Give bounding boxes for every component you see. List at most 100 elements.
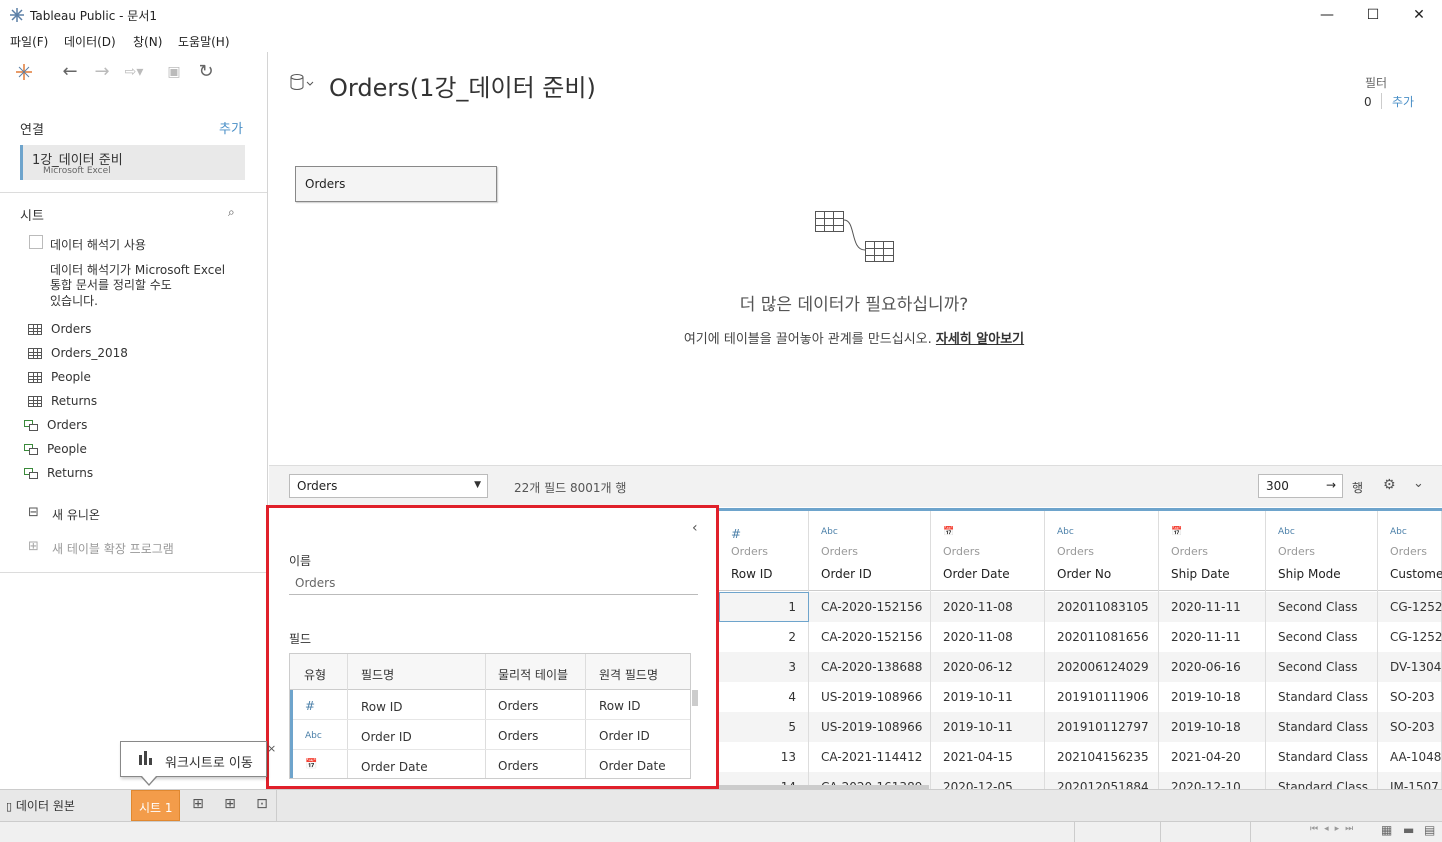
menu-file[interactable]: 파일(F): [10, 33, 48, 50]
grid-cell[interactable]: Standard Class: [1278, 720, 1368, 734]
grid-cell[interactable]: CA-2020-152156: [821, 600, 922, 614]
grid-column[interactable]: Abc Orders Custome CG-1252 CG-1252 DV-1304 SO-…: [1378, 511, 1442, 789]
grid-column[interactable]: 📅 Orders Order Date 2020-11-08 2020-11-08 202…: [931, 511, 1045, 789]
table-select[interactable]: Orders ▼: [289, 474, 488, 498]
grid-cell[interactable]: Standard Class: [1278, 780, 1368, 789]
grid-column-header[interactable]: Abc Orders Custome: [1378, 511, 1442, 591]
grid-cell[interactable]: 2020-11-08: [943, 600, 1013, 614]
grid-column-header[interactable]: Abc Orders Ship Mode: [1266, 511, 1377, 591]
grid-cell[interactable]: Standard Class: [1278, 690, 1368, 704]
string-type-icon[interactable]: Abc: [1057, 527, 1074, 537]
grid-cell[interactable]: SO-203: [1390, 690, 1435, 704]
grid-cell[interactable]: 3: [788, 660, 796, 674]
datasource-title[interactable]: Orders(1강_데이터 준비): [329, 68, 596, 103]
grid-cell[interactable]: 2020-11-08: [943, 630, 1013, 644]
grid-cell[interactable]: 4: [788, 690, 796, 704]
new-dashboard-icon[interactable]: ⊞: [220, 796, 240, 814]
grid-cell[interactable]: 2019-10-18: [1171, 690, 1241, 704]
column-field-name[interactable]: Ship Date: [1171, 567, 1230, 581]
refresh-icon[interactable]: ↻: [196, 62, 216, 82]
redo-dropdown-icon[interactable]: ⇨▾: [124, 62, 144, 82]
grid-cell[interactable]: Second Class: [1278, 660, 1358, 674]
grid-cell[interactable]: 2020-12-10: [1171, 780, 1241, 789]
rows-input[interactable]: 300 →: [1258, 474, 1343, 498]
datasource-icon[interactable]: [290, 74, 314, 92]
grid-cell[interactable]: CA-2020-152156: [821, 630, 922, 644]
grid-column-header[interactable]: Abc Orders Order ID: [809, 511, 930, 591]
grid-cell[interactable]: Second Class: [1278, 600, 1358, 614]
grid-cell[interactable]: SO-203: [1390, 720, 1435, 734]
new-union-link[interactable]: 새 유니온: [52, 506, 100, 523]
grid-cell[interactable]: 2021-04-20: [1171, 750, 1241, 764]
date-type-icon[interactable]: 📅: [943, 527, 954, 537]
learn-more-link[interactable]: 자세히 알아보기: [936, 332, 1024, 347]
grid-cell[interactable]: 2019-10-11: [943, 720, 1013, 734]
menu-data[interactable]: 데이터(D): [64, 33, 116, 50]
grid-cell[interactable]: Standard Class: [1278, 750, 1368, 764]
forward-icon[interactable]: →: [92, 62, 112, 82]
grid-column[interactable]: Abc Orders Order No 202011083105 20201108165…: [1045, 511, 1159, 789]
grid-cell[interactable]: 2021-04-15: [943, 750, 1013, 764]
grid-cell[interactable]: 2020-06-16: [1171, 660, 1241, 674]
new-table-extension-link[interactable]: 새 테이블 확장 프로그램: [52, 540, 174, 557]
new-worksheet-icon[interactable]: ⊞: [188, 796, 208, 814]
gear-icon[interactable]: ⚙: [1383, 477, 1396, 493]
grid-column-header[interactable]: Abc Orders Order No: [1045, 511, 1158, 591]
grid-column[interactable]: Abc Orders Order ID CA-2020-152156 CA-2020-1…: [809, 511, 931, 789]
grid-cell[interactable]: 2020-12-05: [943, 780, 1013, 789]
datasource-tab[interactable]: ▯ 데이터 원본: [6, 797, 75, 814]
grid-column-header[interactable]: # Orders Row ID: [719, 511, 808, 591]
grid-cell[interactable]: AA-1048: [1390, 750, 1441, 764]
add-connection-link[interactable]: 추가: [219, 118, 243, 137]
new-story-icon[interactable]: ⊡: [252, 796, 272, 814]
grid-column-header[interactable]: 📅 Orders Order Date: [931, 511, 1044, 591]
grid-cell[interactable]: 202011083105: [1057, 600, 1149, 614]
column-field-name[interactable]: Order No: [1057, 567, 1111, 581]
grid-column[interactable]: #OrdersRow ID123451314: [719, 511, 809, 789]
add-filter-link[interactable]: 추가: [1392, 93, 1414, 110]
grid-cell[interactable]: CA-2021-114412: [821, 750, 922, 764]
grid-cell[interactable]: 201910111906: [1057, 690, 1149, 704]
search-icon[interactable]: ⌕: [228, 205, 235, 220]
menu-window[interactable]: 창(N): [133, 33, 162, 50]
string-type-icon[interactable]: Abc: [821, 527, 838, 537]
chevron-down-icon[interactable]: ⌄: [1413, 476, 1424, 491]
tooltip-close-icon[interactable]: ×: [267, 742, 276, 755]
menu-help[interactable]: 도움말(H): [178, 33, 230, 50]
grid-column[interactable]: 📅 Orders Ship Date 2020-11-11 2020-11-11 2020…: [1159, 511, 1266, 789]
grid-cell[interactable]: US-2019-108966: [821, 690, 922, 704]
grid-cell[interactable]: 202006124029: [1057, 660, 1149, 674]
column-field-name[interactable]: Order Date: [943, 567, 1010, 581]
grid-cell[interactable]: US-2019-108966: [821, 720, 922, 734]
grid-cell[interactable]: 2020-11-11: [1171, 630, 1241, 644]
grid-cell[interactable]: 202012051884: [1057, 780, 1149, 789]
column-field-name[interactable]: Ship Mode: [1278, 567, 1341, 581]
sheet-sorter-icon[interactable]: ▦: [1381, 823, 1392, 837]
column-field-name[interactable]: Row ID: [731, 567, 773, 581]
tabs-icon[interactable]: ▤: [1424, 823, 1435, 837]
grid-cell[interactable]: DV-1304: [1390, 660, 1441, 674]
grid-cell[interactable]: 13: [781, 750, 796, 764]
string-type-icon[interactable]: Abc: [1390, 527, 1407, 537]
grid-cell[interactable]: CG-1252: [1390, 600, 1442, 614]
column-field-name[interactable]: Custome: [1390, 567, 1442, 581]
minimize-button[interactable]: —: [1304, 4, 1350, 26]
grid-cell[interactable]: IM-1507: [1390, 780, 1439, 789]
grid-cell[interactable]: 5: [788, 720, 796, 734]
save-icon[interactable]: ▣: [164, 62, 184, 82]
grid-cell[interactable]: 2020-11-11: [1171, 600, 1241, 614]
close-button[interactable]: ✕: [1396, 4, 1442, 26]
grid-cell[interactable]: 2: [788, 630, 796, 644]
grid-column-header[interactable]: 📅 Orders Ship Date: [1159, 511, 1265, 591]
filmstrip-icon[interactable]: ▬: [1403, 823, 1414, 837]
arrow-right-icon[interactable]: →: [1326, 478, 1336, 492]
grid-cell[interactable]: 202104156235: [1057, 750, 1149, 764]
grid-cell[interactable]: Second Class: [1278, 630, 1358, 644]
grid-column[interactable]: Abc Orders Ship Mode Second Class Second Cla…: [1266, 511, 1378, 789]
back-icon[interactable]: ←: [60, 62, 80, 82]
go-to-worksheet-tooltip[interactable]: 워크시트로 이동: [120, 741, 267, 777]
column-field-name[interactable]: Order ID: [821, 567, 872, 581]
string-type-icon[interactable]: Abc: [1278, 527, 1295, 537]
date-type-icon[interactable]: 📅: [1171, 527, 1182, 537]
number-type-icon[interactable]: #: [731, 527, 741, 541]
